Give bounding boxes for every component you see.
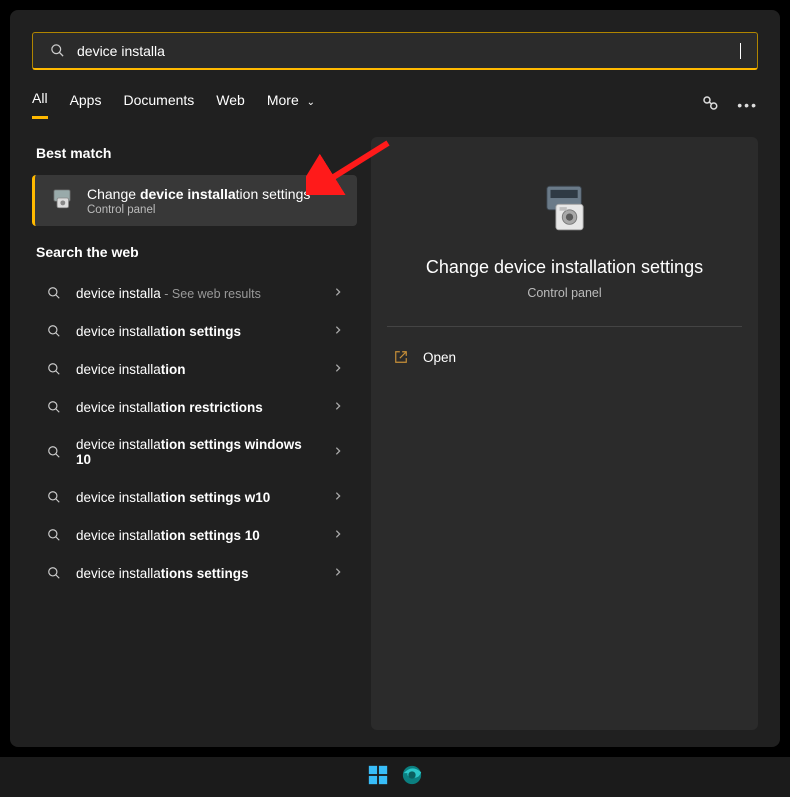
- web-result-item[interactable]: device installation settings w10: [32, 478, 357, 516]
- preview-pane: Change device installation settings Cont…: [371, 137, 758, 730]
- results-content: Best match Change device installation se…: [32, 137, 758, 730]
- text-caret: [740, 43, 741, 59]
- web-result-text: device installation settings: [76, 324, 319, 339]
- chevron-right-icon: [333, 566, 343, 580]
- tab-web[interactable]: Web: [216, 92, 245, 118]
- start-search-panel: All Apps Documents Web More ⌄ ••• Best m…: [10, 10, 780, 747]
- more-options-icon[interactable]: •••: [737, 97, 758, 113]
- search-icon: [46, 527, 62, 543]
- action-open-label: Open: [423, 350, 456, 365]
- results-list: Best match Change device installation se…: [32, 137, 357, 730]
- chevron-right-icon: [333, 400, 343, 414]
- search-icon: [46, 489, 62, 505]
- best-match-result[interactable]: Change device installation settings Cont…: [32, 175, 357, 226]
- edge-browser-icon[interactable]: [401, 764, 423, 791]
- web-result-text: device installation settings w10: [76, 490, 319, 505]
- start-button[interactable]: [367, 764, 389, 791]
- chevron-right-icon: [333, 286, 343, 300]
- web-result-item[interactable]: device installation settings: [32, 312, 357, 350]
- tab-all[interactable]: All: [32, 90, 48, 119]
- search-icon: [46, 323, 62, 339]
- action-open[interactable]: Open: [387, 339, 742, 375]
- tab-apps[interactable]: Apps: [70, 92, 102, 118]
- chevron-right-icon: [333, 324, 343, 338]
- web-result-text: device installations settings: [76, 566, 319, 581]
- web-results-header: Search the web: [32, 236, 357, 274]
- web-result-item[interactable]: device installation settings 10: [32, 516, 357, 554]
- chevron-right-icon: [333, 362, 343, 376]
- search-icon: [46, 285, 62, 301]
- web-result-item[interactable]: device installation restrictions: [32, 388, 357, 426]
- search-icon: [46, 444, 62, 460]
- web-result-text: device installation: [76, 362, 319, 377]
- tab-documents[interactable]: Documents: [123, 92, 194, 118]
- chevron-right-icon: [333, 445, 343, 459]
- web-result-text: device installation settings windows 10: [76, 437, 319, 467]
- search-input[interactable]: [77, 43, 740, 59]
- open-external-icon: [393, 349, 409, 365]
- web-result-item[interactable]: device installa - See web results: [32, 274, 357, 312]
- web-result-text: device installa - See web results: [76, 286, 319, 301]
- web-result-item[interactable]: device installation settings windows 10: [32, 426, 357, 478]
- web-result-item[interactable]: device installations settings: [32, 554, 357, 592]
- chevron-right-icon: [333, 528, 343, 542]
- web-result-item[interactable]: device installation: [32, 350, 357, 388]
- chevron-down-icon: ⌄: [307, 97, 315, 108]
- device-settings-icon: [49, 185, 75, 216]
- search-icon: [46, 565, 62, 581]
- search-options-icon[interactable]: [701, 94, 719, 115]
- search-icon: [46, 399, 62, 415]
- search-icon: [46, 361, 62, 377]
- chevron-right-icon: [333, 490, 343, 504]
- best-match-header: Best match: [32, 137, 357, 175]
- preview-app-icon: [535, 179, 595, 239]
- divider: [387, 326, 742, 327]
- best-match-subtitle: Control panel: [87, 204, 310, 216]
- taskbar: [0, 757, 790, 797]
- best-match-title: Change device installation settings: [87, 186, 310, 202]
- tab-more[interactable]: More ⌄: [267, 92, 315, 118]
- search-icon: [49, 43, 65, 59]
- web-result-text: device installation settings 10: [76, 528, 319, 543]
- web-result-text: device installation restrictions: [76, 400, 319, 415]
- filter-tabs: All Apps Documents Web More ⌄ •••: [32, 90, 758, 119]
- preview-title: Change device installation settings: [387, 257, 742, 278]
- search-box[interactable]: [32, 32, 758, 70]
- preview-subtitle: Control panel: [387, 286, 742, 300]
